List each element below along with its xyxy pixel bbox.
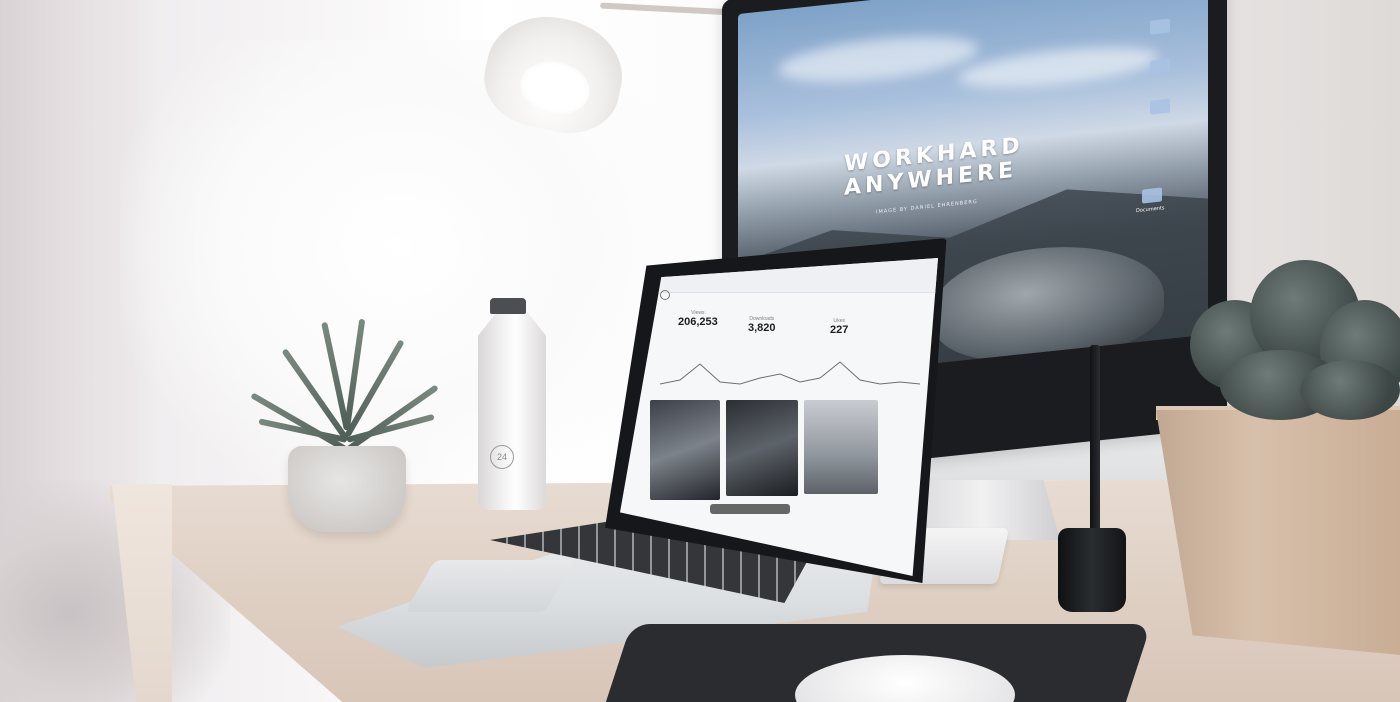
photo-thumbnail[interactable]	[650, 400, 720, 500]
cloud	[778, 28, 978, 90]
hero-caption: IMAGE BY DANIEL EHRENBERG	[876, 198, 978, 216]
pen	[1090, 345, 1100, 545]
sparkline-path	[660, 361, 920, 385]
photo-thumbnail[interactable]	[804, 400, 878, 494]
wooden-planter	[1156, 410, 1400, 655]
stat-downloads: Downloads 3,820	[748, 316, 776, 334]
stat-value: 206,253	[678, 316, 718, 328]
stat-value: 227	[830, 324, 849, 336]
bottle-cap	[490, 298, 526, 314]
desk-workspace-photo: WORKHARD ANYWHERE IMAGE BY DANIEL EHRENB…	[0, 0, 1400, 702]
hero-title: WORKHARD ANYWHERE	[844, 133, 1024, 201]
plant-pot	[288, 446, 406, 532]
bottle-logo: 24	[490, 445, 514, 469]
app-dock[interactable]	[710, 504, 790, 514]
stat-likes: Likes 227	[830, 318, 848, 336]
app-logo-icon	[660, 290, 670, 300]
water-bottle	[478, 312, 546, 510]
folder-icon[interactable]	[1150, 58, 1170, 75]
stat-views: Views 206,253	[678, 310, 718, 328]
folder-icon[interactable]	[1150, 18, 1170, 35]
activity-sparkline	[660, 361, 920, 385]
folder-icon[interactable]	[1142, 187, 1162, 204]
photo-thumbnail[interactable]	[726, 400, 798, 496]
foliage	[1300, 360, 1400, 420]
pen-holder	[1058, 528, 1126, 612]
cloud	[958, 39, 1158, 95]
stat-value: 3,820	[748, 322, 776, 334]
folder-icon[interactable]	[1150, 98, 1170, 115]
